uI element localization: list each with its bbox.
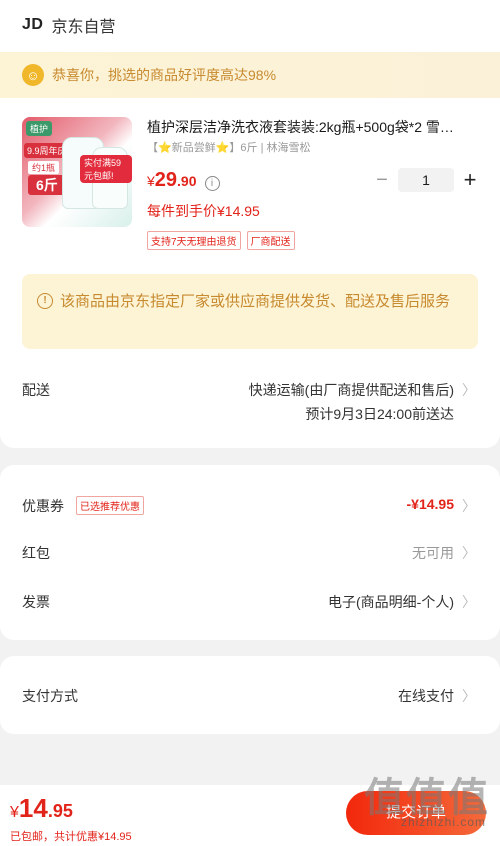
quantity-stepper: − 1 + bbox=[370, 167, 482, 193]
pay-method-label: 支付方式 bbox=[22, 688, 78, 704]
delivery-label: 配送 bbox=[22, 382, 50, 398]
image-qty-tag: 约1瓶 bbox=[28, 161, 60, 174]
delivery-method: 快递运输(由厂商提供配送和售后) bbox=[248, 382, 454, 398]
coupon-value: -¥14.95 bbox=[406, 496, 454, 512]
price-integer: 29 bbox=[154, 169, 178, 191]
image-promo-tag: 实付满59元包邮! bbox=[80, 155, 132, 183]
invoice-label: 发票 bbox=[22, 594, 50, 610]
increase-button[interactable]: + bbox=[458, 167, 482, 193]
rating-banner-text: 恭喜你，挑选的商品好评度高达98% bbox=[52, 67, 277, 83]
delivery-eta: 预计9月3日24:00前送达 bbox=[305, 406, 454, 422]
site-watermark-url: zhizhizhi.com bbox=[400, 815, 486, 829]
order-card: JD 京东自营 ☺ 恭喜你，挑选的商品好评度高达98% 植护 9.9周年庆 约1… bbox=[0, 0, 500, 448]
service-tag: 厂商配送 bbox=[246, 231, 295, 250]
product-image[interactable]: 植护 9.9周年庆 约1瓶 6斤 实付满59元包邮! bbox=[22, 117, 132, 227]
rating-banner: ☺ 恭喜你，挑选的商品好评度高达98% bbox=[0, 52, 500, 98]
smile-icon: ☺ bbox=[22, 64, 44, 86]
service-tags: 支持7天无理由退货 厂商配送 bbox=[147, 231, 301, 250]
redpacket-label: 红包 bbox=[22, 545, 50, 561]
image-brand-tag: 植护 bbox=[26, 121, 53, 136]
info-icon[interactable]: i bbox=[204, 176, 220, 191]
redpacket-value: 无可用 bbox=[412, 545, 454, 561]
total-price: ¥ 14 .95 bbox=[10, 793, 73, 824]
chevron-right-icon: 〉 bbox=[462, 498, 476, 514]
decrease-button[interactable]: − bbox=[370, 169, 394, 192]
product-price: ¥ 29 .90 i bbox=[147, 169, 220, 192]
pay-method-value: 在线支付 bbox=[398, 688, 454, 704]
invoice-value: 电子(商品明细-个人) bbox=[328, 594, 454, 610]
payment-details-card: 优惠券 已选推荐优惠 -¥14.95 〉 红包 无可用 〉 发票 电子(商品明细… bbox=[0, 465, 500, 640]
service-tag: 支持7天无理由退货 bbox=[147, 231, 241, 250]
coupon-label: 优惠券 bbox=[22, 498, 64, 514]
coupon-tag: 已选推荐优惠 bbox=[76, 496, 144, 515]
store-header[interactable]: JD 京东自营 bbox=[22, 10, 115, 40]
jd-logo: JD bbox=[22, 16, 44, 33]
chevron-right-icon: 〉 bbox=[462, 545, 476, 561]
unit-price: 每件到手价¥14.95 bbox=[147, 203, 260, 219]
chevron-right-icon: 〉 bbox=[462, 688, 476, 704]
supplier-notice: ! 该商品由京东指定厂家或供应商提供发货、配送及售后服务 bbox=[22, 274, 478, 349]
discount-note: 已包邮，共计优惠¥14.95 bbox=[10, 831, 132, 843]
pay-method-card[interactable]: 支付方式 在线支付 〉 bbox=[0, 656, 500, 734]
total-integer: 14 bbox=[18, 793, 48, 823]
total-decimal: .95 bbox=[47, 801, 73, 821]
product-spec: 【⭐新品尝鲜⭐】6斤 | 林海雪松 bbox=[147, 142, 311, 154]
info-icon: ! bbox=[37, 293, 53, 309]
price-decimal: .90 bbox=[177, 173, 197, 189]
supplier-notice-text: 该商品由京东指定厂家或供应商提供发货、配送及售后服务 bbox=[60, 293, 451, 310]
total-currency: ¥ bbox=[10, 804, 19, 821]
chevron-right-icon: 〉 bbox=[462, 594, 476, 610]
chevron-right-icon: 〉 bbox=[462, 382, 476, 398]
product-title[interactable]: 植护深层洁净洗衣液套装装:2kg瓶+500g袋*2 雪… bbox=[147, 117, 482, 137]
price-currency: ¥ bbox=[147, 173, 155, 189]
store-name: 京东自营 bbox=[51, 19, 116, 36]
product-item: 植护 9.9周年庆 约1瓶 6斤 实付满59元包邮! 植护深层洁净洗衣液套装装:… bbox=[22, 117, 482, 253]
quantity-input[interactable]: 1 bbox=[398, 168, 454, 192]
image-weight-tag: 6斤 bbox=[28, 175, 66, 195]
